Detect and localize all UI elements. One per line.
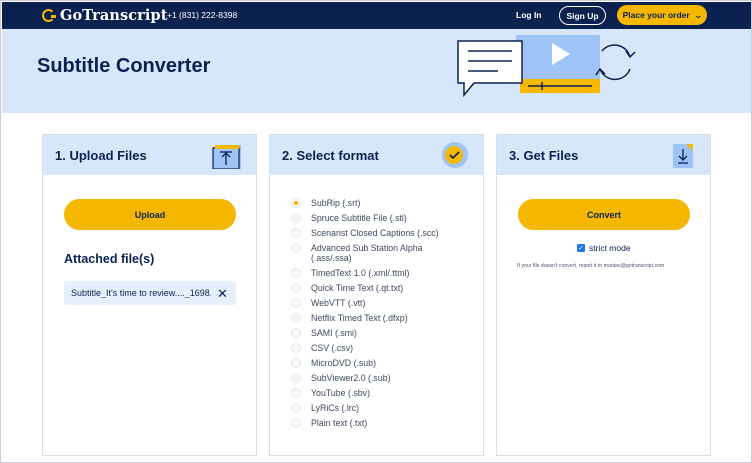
format-option-label: YouTube (.sbv) — [311, 388, 371, 398]
format-option[interactable]: Scenarist Closed Captions (.scc) — [291, 228, 481, 243]
upload-label: Upload — [134, 209, 166, 220]
page-title: Subtitle Converter — [37, 55, 211, 77]
format-option-label: Plain text (.txt) — [311, 418, 368, 428]
format-option[interactable]: TimedText 1.0 (.xml/.ttml) — [291, 268, 481, 283]
format-option[interactable]: MicroDVD (.sub) — [291, 358, 481, 373]
radio-button[interactable] — [291, 213, 301, 223]
check-circle-icon — [442, 142, 468, 168]
radio-button[interactable] — [291, 343, 301, 353]
format-option-label: CSV (.csv) — [311, 343, 354, 353]
upload-files-card: 1. Upload Files Upload Attached file(s) … — [42, 134, 257, 456]
format-option[interactable]: YouTube (.sbv) — [291, 388, 481, 403]
format-option-label: SAMI (.smi) — [311, 328, 357, 338]
signup-button[interactable]: Sign Up — [559, 6, 606, 25]
chevron-down-icon: ⌄ — [693, 10, 703, 20]
strict-mode-label: strict mode — [589, 243, 631, 253]
radio-button[interactable] — [291, 243, 301, 253]
radio-button[interactable] — [291, 388, 301, 398]
upload-icon — [212, 145, 241, 169]
attached-file-item: Subtitle_It's time to review...._1698...… — [64, 281, 236, 305]
logo[interactable]: GoTranscript — [42, 7, 168, 24]
card-title: 2. Select format — [282, 148, 379, 163]
format-option[interactable]: SAMI (.smi) — [291, 328, 481, 343]
radio-button[interactable] — [291, 298, 301, 308]
upload-button[interactable]: Upload — [64, 199, 236, 230]
radio-button[interactable] — [291, 268, 301, 278]
card-title: 1. Upload Files — [55, 148, 147, 163]
format-option-label: MicroDVD (.sub) — [311, 358, 377, 368]
format-option[interactable]: LyRiCs (.lrc) — [291, 403, 481, 418]
format-option[interactable]: Spruce Subtitle File (.stl) — [291, 213, 481, 228]
radio-button[interactable] — [291, 403, 301, 413]
format-option[interactable]: CSV (.csv) — [291, 343, 481, 358]
hero-banner: Subtitle Converter — [2, 29, 751, 113]
format-option[interactable]: WebVTT (.vtt) — [291, 298, 481, 313]
radio-button[interactable] — [291, 328, 301, 338]
page-frame: GoTranscript +1 (831) 222-8398 Log In Si… — [0, 0, 752, 463]
format-option[interactable]: Quick Time Text (.qt.txt) — [291, 283, 481, 298]
radio-button[interactable] — [291, 418, 301, 428]
phone-link[interactable]: +1 (831) 222-8398 — [167, 10, 237, 20]
close-icon[interactable]: ✕ — [217, 287, 228, 300]
format-option[interactable]: Plain text (.txt) — [291, 418, 481, 433]
strict-mode-toggle[interactable]: ✓ strict mode — [577, 243, 631, 253]
convert-label: Convert — [586, 209, 621, 220]
format-option-label: LyRiCs (.lrc) — [311, 403, 360, 413]
place-order-button[interactable]: Place your order ⌄ — [617, 5, 707, 25]
place-order-label: Place your order — [622, 10, 690, 20]
select-format-card: 2. Select format SubRip (.srt) Spruce Sub… — [269, 134, 484, 456]
format-option-label: Spruce Subtitle File (.stl) — [311, 213, 407, 223]
format-option-label: Quick Time Text (.qt.txt) — [311, 283, 404, 293]
help-text: If your file doesn't convert, report it … — [517, 263, 665, 269]
convert-button[interactable]: Convert — [518, 199, 690, 230]
card-title: 3. Get Files — [509, 148, 579, 163]
format-option[interactable]: Advanced Sub Station Alpha (.ass/.ssa) — [291, 243, 481, 268]
attached-files-heading: Attached file(s) — [64, 252, 155, 266]
logo-text: GoTranscript — [60, 7, 168, 24]
top-navbar: GoTranscript +1 (831) 222-8398 Log In Si… — [2, 2, 751, 29]
radio-button[interactable] — [291, 358, 301, 368]
format-option-label: TimedText 1.0 (.xml/.ttml) — [311, 268, 410, 278]
radio-button[interactable] — [291, 373, 301, 383]
get-files-card: 3. Get Files Convert ✓ strict mode If yo… — [496, 134, 711, 456]
format-option[interactable]: SubRip (.srt) — [291, 198, 481, 213]
format-option-label: Scenarist Closed Captions (.scc) — [311, 228, 439, 238]
format-option-label: SubViewer2.0 (.sub) — [311, 373, 391, 383]
radio-button[interactable] — [291, 198, 301, 208]
format-radio-group: SubRip (.srt) Spruce Subtitle File (.stl)… — [291, 198, 481, 433]
radio-button[interactable] — [291, 313, 301, 323]
attached-file-name: Subtitle_It's time to review...._1698... — [71, 288, 211, 298]
format-option-label: Advanced Sub Station Alpha (.ass/.ssa) — [311, 243, 423, 263]
login-link[interactable]: Log In — [516, 10, 542, 20]
signup-label: Sign Up — [566, 10, 599, 21]
radio-button[interactable] — [291, 228, 301, 238]
card-header: 2. Select format — [270, 135, 483, 175]
radio-button[interactable] — [291, 283, 301, 293]
card-header: 3. Get Files — [497, 135, 710, 175]
download-icon — [673, 144, 693, 168]
format-option-label: SubRip (.srt) — [311, 198, 361, 208]
format-option[interactable]: SubViewer2.0 (.sub) — [291, 373, 481, 388]
format-option[interactable]: Netflix Timed Text (.dfxp) — [291, 313, 481, 328]
format-option-label: WebVTT (.vtt) — [311, 298, 366, 308]
format-option-label: Netflix Timed Text (.dfxp) — [311, 313, 408, 323]
strict-mode-checkbox[interactable]: ✓ — [577, 244, 585, 252]
subtitle-illustration-icon — [457, 35, 636, 98]
card-header: 1. Upload Files — [43, 135, 256, 175]
logo-mark-icon — [42, 9, 56, 22]
